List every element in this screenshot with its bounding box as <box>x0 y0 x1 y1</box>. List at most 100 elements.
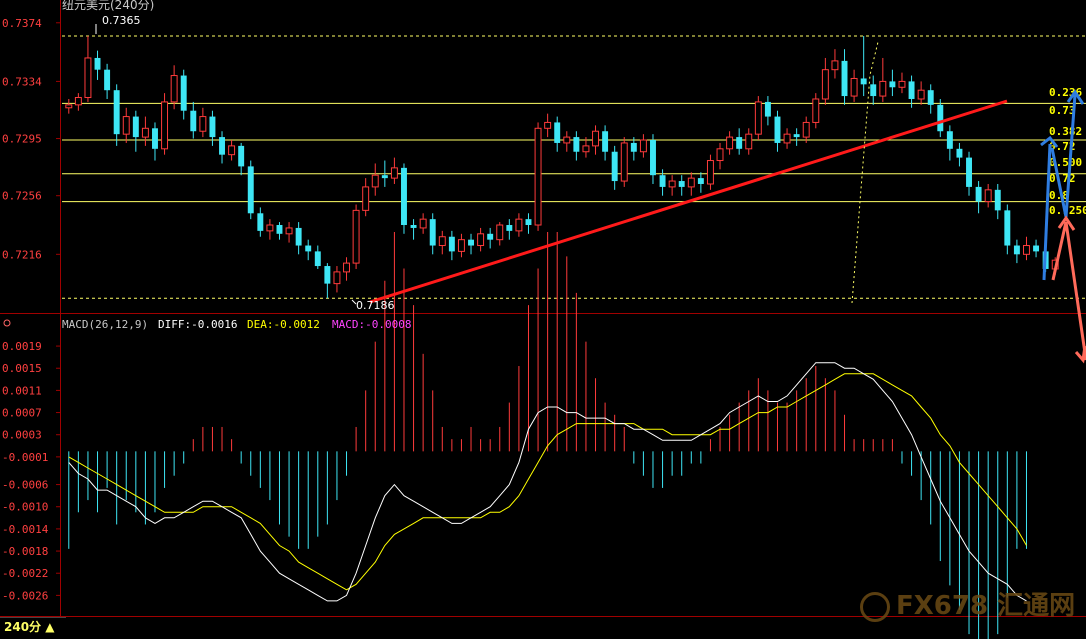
candle-body-down <box>132 116 139 138</box>
candle-body-down <box>219 137 225 155</box>
macd-tick-label: 0.0007 <box>2 407 42 420</box>
candle-body-down <box>276 225 283 234</box>
price-axis-labels: 0.7374 0.7334 0.7295 0.7256 0.7216 <box>2 17 42 262</box>
low-annotation: 0.7186 <box>356 299 395 312</box>
candle-body-down <box>468 239 474 246</box>
macd-tick-label: 0.0003 <box>2 429 42 442</box>
candle-body-down <box>774 116 781 143</box>
high-annotation: 0.7365 <box>102 14 141 27</box>
red-arrow <box>1051 221 1086 361</box>
candle-body-down <box>602 131 609 152</box>
candle-body-down <box>994 189 1001 211</box>
candle-body-up <box>141 127 149 138</box>
candle-body-down <box>908 81 915 99</box>
candle-body-up <box>333 271 341 285</box>
candle-body-up <box>457 239 465 252</box>
candle-body-up <box>477 233 485 247</box>
fx678-logo-icon <box>860 591 890 622</box>
candle-body-down <box>324 266 331 284</box>
candle-body-down <box>381 175 388 179</box>
candle-body-up <box>850 77 858 97</box>
candle-body-up <box>534 127 542 226</box>
drawing-overlays <box>95 24 1086 364</box>
candle-body-up <box>84 57 92 99</box>
candle-body-up <box>821 69 829 100</box>
candle-body-up <box>592 130 599 147</box>
candle-body-up <box>266 224 274 232</box>
candle-body-down <box>630 142 637 152</box>
candle-body-up <box>438 236 446 247</box>
candle-body-up <box>726 136 734 150</box>
candle-body-down <box>94 57 101 70</box>
candle-body-down <box>659 175 666 187</box>
candle-body-down <box>257 213 264 231</box>
red-arrow-tail-head <box>1074 345 1086 364</box>
candle-body-down <box>764 101 771 117</box>
fib-label: 0.72 <box>1049 172 1076 185</box>
candle-body-up <box>812 98 820 123</box>
candle-body-down <box>410 225 417 228</box>
candle-body-up <box>515 218 523 232</box>
macd-tick-label: -0.0022 <box>2 567 48 580</box>
candle-body-down <box>956 148 963 158</box>
candle-body-down <box>525 219 532 226</box>
candle-body-up <box>745 133 753 150</box>
price-tick-label: 0.7374 <box>2 17 42 30</box>
candle-body-down <box>697 178 704 184</box>
macd-tick-label: -0.0001 <box>2 451 48 464</box>
candle-body-up <box>582 145 590 153</box>
price-tick-label: 0.7334 <box>2 75 42 88</box>
candle-body-down <box>448 236 455 252</box>
candle-body-down <box>247 166 254 214</box>
candle-body-down <box>554 122 561 143</box>
candle-body-down <box>937 104 944 132</box>
candle-body-up <box>783 133 791 144</box>
candle-body-down <box>487 233 494 240</box>
dea-value: DEA:-0.0012 <box>247 318 320 331</box>
macd-value: MACD:-0.0008 <box>332 318 411 331</box>
candle-body-up <box>371 174 379 188</box>
candle-body-down <box>841 60 848 97</box>
price-tick-label: 0.7295 <box>2 133 42 146</box>
candle-body-down <box>1013 245 1020 255</box>
price-tick-label: 0.7256 <box>2 190 42 203</box>
candle-body-up <box>496 224 504 241</box>
macd-header: MACD(26,12,9) DIFF:-0.0016 DEA:-0.0012 M… <box>3 318 411 331</box>
macd-tick-label: -0.0014 <box>2 523 49 536</box>
diff-value: DIFF:-0.0016 <box>158 318 237 331</box>
candle-body-down <box>506 225 513 231</box>
candle-body-up <box>831 60 839 71</box>
candle-body-up <box>352 209 360 264</box>
macd-tick-label: 0.0011 <box>2 384 42 397</box>
macd-tick-label: -0.0006 <box>2 479 48 492</box>
candle-body-up <box>74 97 82 106</box>
candle-body-up <box>122 116 130 135</box>
settings-dot-icon[interactable] <box>3 319 11 327</box>
candle-body-down <box>736 137 743 149</box>
candle-body-up <box>668 180 676 188</box>
candle-body-down <box>966 157 972 187</box>
watermark-text: FX678 汇通网 <box>896 591 1076 621</box>
candle-body-up <box>419 218 427 229</box>
macd-tick-label: 0.0019 <box>2 340 42 353</box>
candle-body-up <box>687 177 695 188</box>
candle-body-up <box>343 262 350 273</box>
candle-body-down <box>927 90 934 105</box>
chart-canvas: 0.73740.73340.72950.72560.7216 0.00190.0… <box>0 0 1086 639</box>
candle-body-down <box>870 84 877 97</box>
candle-body-up <box>228 145 236 156</box>
macd-grid <box>56 345 60 596</box>
candle-body-down <box>209 116 216 138</box>
chart-title: 纽元美元(240分) <box>62 0 154 12</box>
macd-histogram <box>68 231 1027 639</box>
candle-body-up <box>544 121 552 129</box>
candle-body-up <box>917 89 925 100</box>
candle-body-down <box>180 75 187 111</box>
period-tab[interactable]: 240分 ▲ <box>0 617 66 636</box>
candle-body-up <box>161 101 169 150</box>
candle-body-down <box>190 110 197 132</box>
candle-body-down <box>295 227 302 246</box>
candle-body-down <box>152 128 158 149</box>
candle-body-up <box>620 142 628 182</box>
candle-body-down <box>401 167 407 226</box>
